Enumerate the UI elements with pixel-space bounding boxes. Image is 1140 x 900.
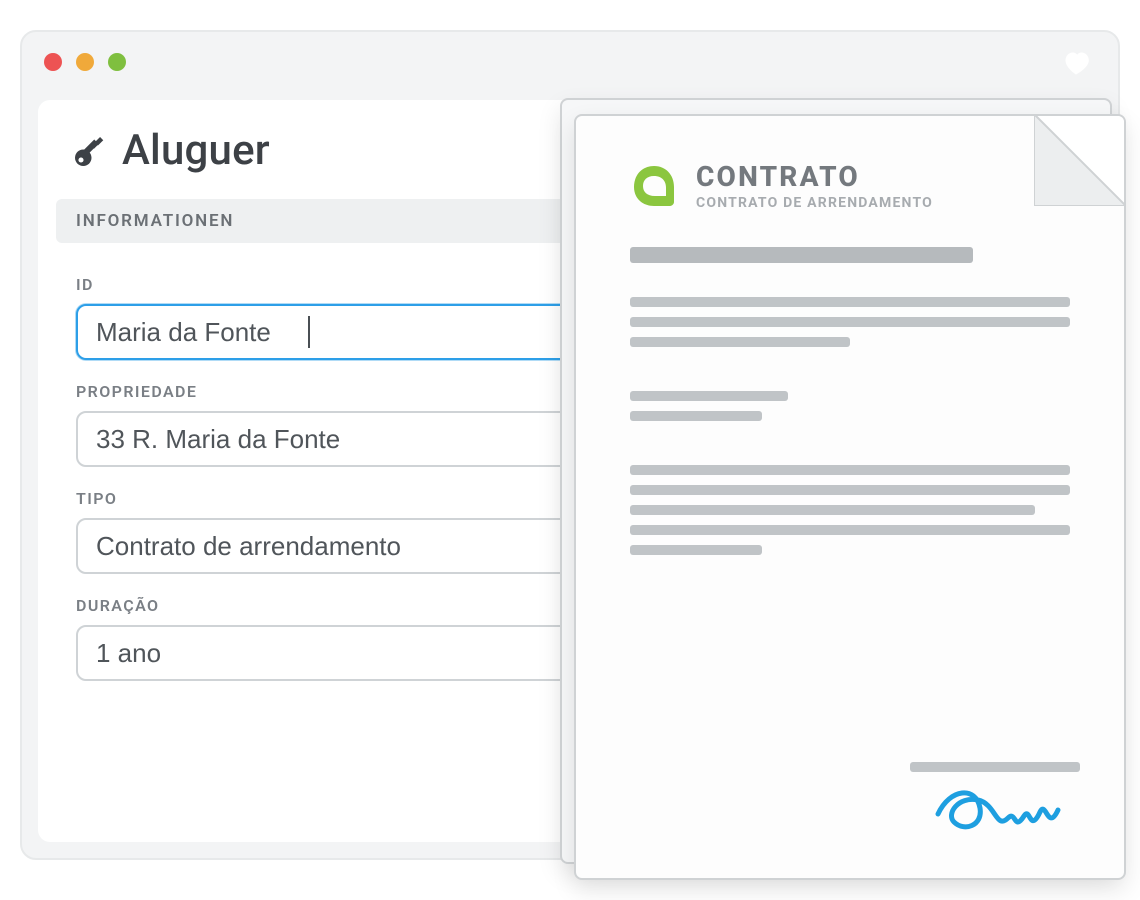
doc-placeholder-line — [630, 465, 1070, 475]
doc-placeholder-line — [630, 505, 1035, 515]
document-title: CONTRATO — [696, 160, 933, 193]
doc-placeholder-line — [630, 317, 1070, 327]
signature-area — [880, 762, 1080, 842]
window-close-button[interactable] — [44, 53, 62, 71]
signature-icon — [880, 782, 1080, 842]
doc-placeholder-line — [630, 391, 788, 401]
document-body — [576, 219, 1124, 555]
heart-icon — [1062, 50, 1090, 76]
document-sheet-front[interactable]: CONTRATO CONTRATO DE ARRENDAMENTO — [574, 114, 1126, 880]
doc-placeholder-line — [630, 247, 973, 263]
text-caret — [308, 316, 310, 348]
window-titlebar — [22, 32, 1118, 92]
doc-placeholder-line — [630, 545, 762, 555]
window-maximize-button[interactable] — [108, 53, 126, 71]
brand-logo-icon — [630, 162, 678, 210]
section-header-label: INFORMATIONEN — [76, 211, 234, 231]
page-fold-icon — [1034, 114, 1126, 206]
window-minimize-button[interactable] — [76, 53, 94, 71]
signature-line — [910, 762, 1080, 772]
page-title: Aluguer — [122, 126, 270, 175]
window-traffic-lights — [44, 53, 126, 71]
document-titles: CONTRATO CONTRATO DE ARRENDAMENTO — [696, 160, 933, 211]
document-subtitle: CONTRATO DE ARRENDAMENTO — [696, 195, 933, 211]
doc-placeholder-line — [630, 525, 1070, 535]
doc-placeholder-line — [630, 297, 1070, 307]
document-preview: CONTRATO CONTRATO DE ARRENDAMENTO — [560, 98, 1120, 888]
doc-placeholder-line — [630, 411, 762, 421]
doc-placeholder-line — [630, 337, 850, 347]
favorite-button[interactable] — [1056, 46, 1096, 80]
doc-placeholder-line — [630, 485, 1070, 495]
key-icon — [72, 133, 108, 169]
